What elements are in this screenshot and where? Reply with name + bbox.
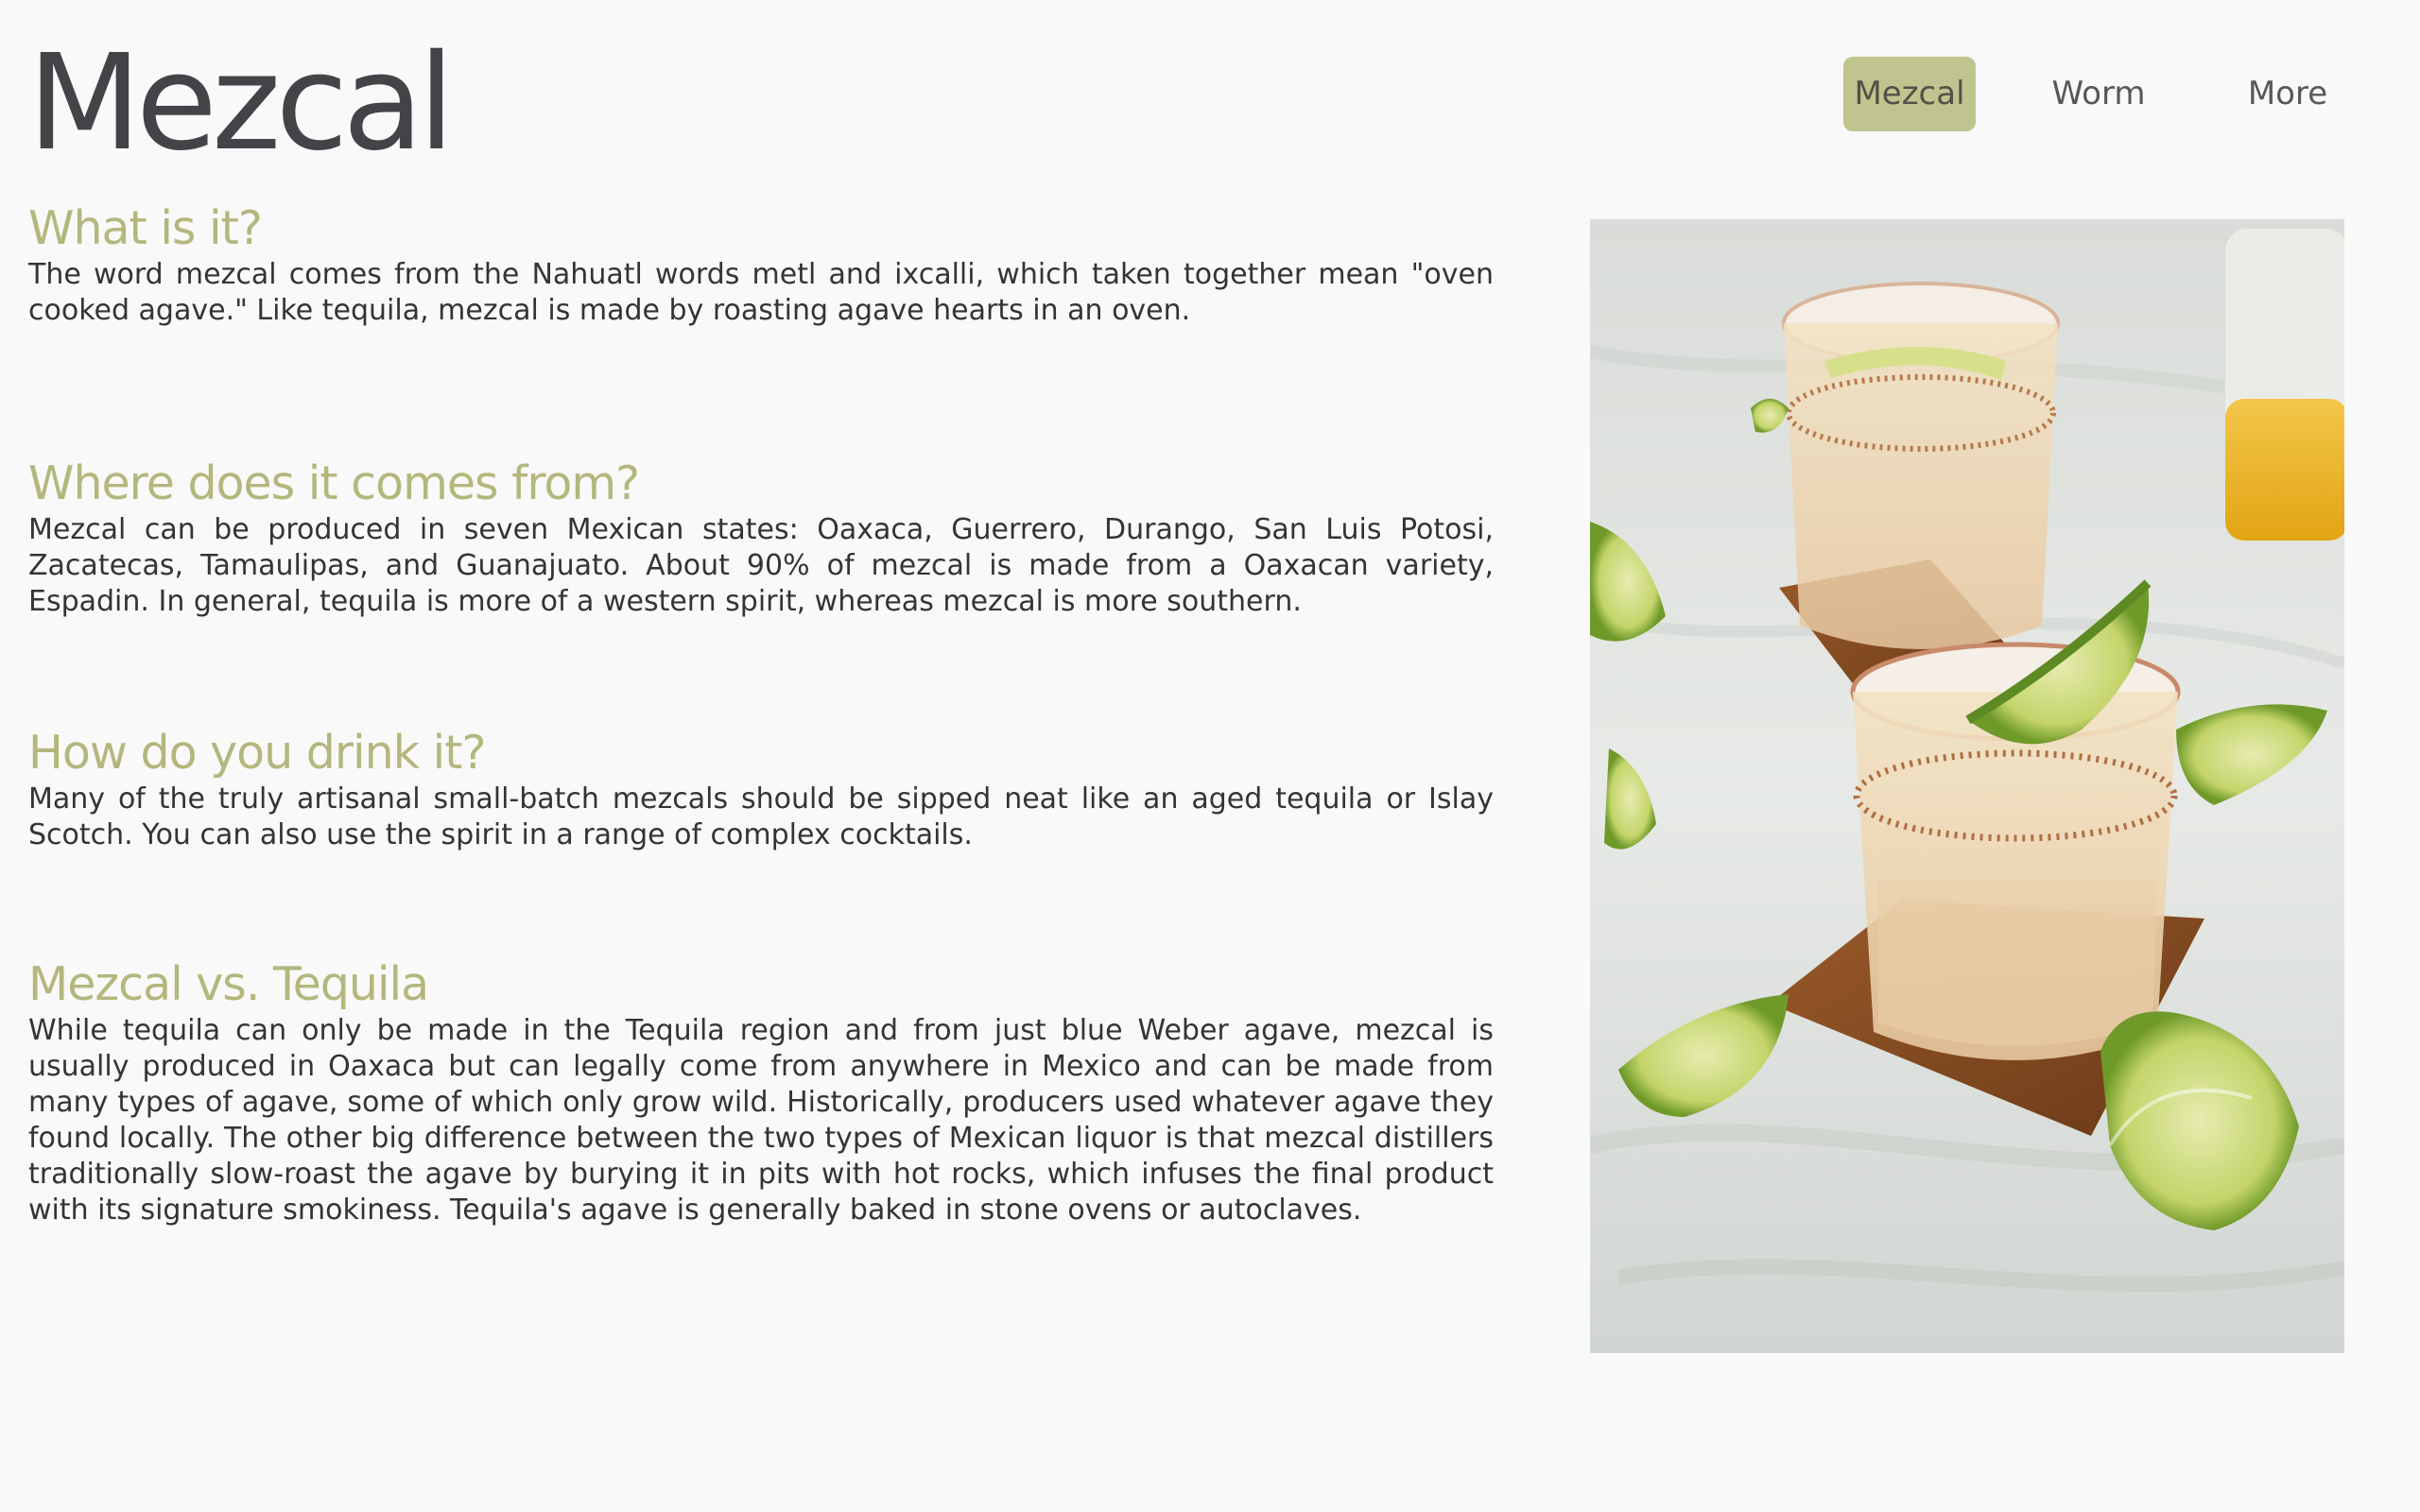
section-what-is-it: What is it? The word mezcal comes from t…	[28, 200, 1494, 455]
nav-item-more[interactable]: More	[2221, 57, 2354, 131]
main-content: What is it? The word mezcal comes from t…	[28, 200, 1494, 1227]
section-heading: How do you drink it?	[28, 726, 486, 780]
section-body: Many of the truly artisanal small-batch …	[28, 782, 1494, 851]
section-heading: What is it?	[28, 201, 263, 255]
nav-item-worm[interactable]: Worm	[2032, 57, 2165, 131]
section-mezcal-vs-tequila: Mezcal vs. Tequila While tequila can onl…	[28, 956, 1494, 1227]
section-how-to-drink: How do you drink it? Many of the truly a…	[28, 725, 1494, 956]
nav-item-mezcal[interactable]: Mezcal	[1843, 57, 1976, 131]
section-heading: Mezcal vs. Tequila	[28, 957, 429, 1011]
section-heading: Where does it comes from?	[28, 456, 640, 510]
section-body: Mezcal can be produced in seven Mexican …	[28, 513, 1494, 618]
section-origin: Where does it comes from? Mezcal can be …	[28, 455, 1494, 725]
section-body: While tequila can only be made in the Te…	[28, 1014, 1494, 1227]
mezcal-cocktail-photo	[1590, 219, 2344, 1353]
section-body: The word mezcal comes from the Nahuatl w…	[28, 258, 1494, 327]
page-title: Mezcal	[27, 26, 455, 180]
main-nav: Mezcal Worm More	[1843, 57, 2349, 131]
